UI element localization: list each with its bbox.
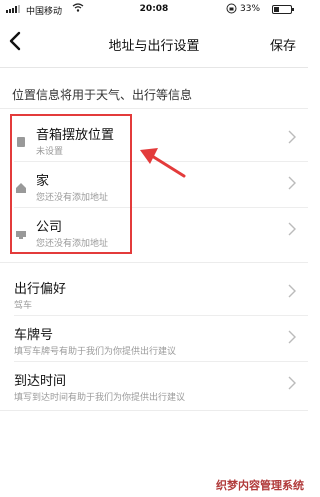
watermark-text: 织梦内容管理系统 <box>216 479 304 492</box>
chevron-right-icon <box>288 176 296 194</box>
chevron-right-icon <box>288 130 296 148</box>
red-arrow-icon <box>140 148 186 178</box>
page-title: 地址与出行设置 <box>108 39 200 54</box>
list-item-subtitle: 填写车牌号有助于我们为你提供出行建议 <box>14 347 177 357</box>
list-item-arrival-time[interactable]: 到达时间 填写到达时间有助于我们为你提供出行建议 <box>0 362 308 408</box>
clock-time: 20:08 <box>139 4 169 14</box>
chevron-right-icon <box>288 376 296 394</box>
battery-icon <box>272 5 294 14</box>
highlight-box <box>10 114 132 254</box>
battery-percent: 33% <box>240 4 261 14</box>
list-item-label: 到达时间 <box>14 374 67 389</box>
divider <box>0 108 308 109</box>
info-text: 位置信息将用于天气、出行等信息 <box>12 88 193 102</box>
chevron-right-icon <box>288 330 296 348</box>
rotation-lock-icon <box>226 3 237 17</box>
list-item-license-plate[interactable]: 车牌号 填写车牌号有助于我们为你提供出行建议 <box>0 316 308 362</box>
chevron-right-icon <box>288 222 296 240</box>
list-item-travel-preference[interactable]: 出行偏好 驾车 <box>0 270 308 316</box>
status-bar: 中国移动 20:08 33% <box>0 0 308 20</box>
navigation-bar: 地址与出行设置 保存 <box>0 20 308 68</box>
divider <box>0 262 308 263</box>
list-item-label: 出行偏好 <box>14 282 67 297</box>
divider <box>0 410 308 411</box>
chevron-right-icon <box>288 284 296 302</box>
list-item-label: 车牌号 <box>14 328 54 343</box>
list-item-subtitle: 驾车 <box>14 301 33 311</box>
list-item-subtitle: 填写到达时间有助于我们为你提供出行建议 <box>14 393 186 403</box>
save-button[interactable]: 保存 <box>270 35 296 54</box>
